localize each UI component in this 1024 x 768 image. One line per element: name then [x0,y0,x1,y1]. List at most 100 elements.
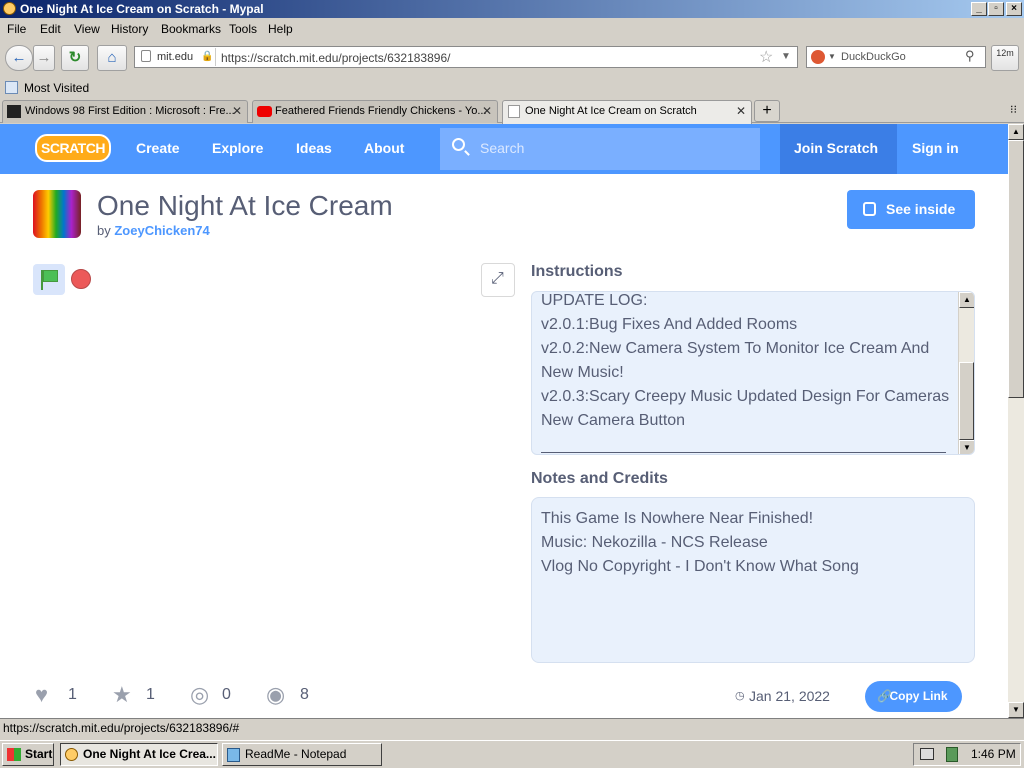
join-scratch-label: Join Scratch [794,140,879,156]
see-inside-icon [863,202,876,216]
youtube-icon [257,106,272,117]
green-flag-button[interactable] [33,264,65,295]
page-scrollbar[interactable]: ▲ ▼ [1008,124,1024,718]
most-visited-link[interactable]: Most Visited [24,81,89,95]
sign-in-link[interactable]: Sign in [912,140,959,156]
taskbar-item-notepad[interactable]: ReadMe - Notepad [222,743,382,766]
copy-link-label: Copy Link [889,689,948,703]
join-scratch-button[interactable]: Join Scratch [780,124,897,174]
menu-view[interactable]: View [74,22,100,36]
remix-count: 0 [222,686,231,703]
window-title: One Night At Ice Cream on Scratch - Mypa… [20,2,264,16]
tab-one-night-at-ice-cream[interactable]: One Night At Ice Cream on Scratch ✕ [502,100,752,124]
instructions-line: New Camera Button [541,412,686,429]
tab-close-icon[interactable]: ✕ [482,101,492,122]
tab-list-icon[interactable]: ⁝⁝ [1010,103,1017,116]
scratch-logo[interactable]: SCRATCH [35,134,111,162]
new-tab-button[interactable]: + [754,100,780,122]
taskbar-item-label: ReadMe - Notepad [245,747,347,761]
app-icon [3,2,16,15]
zoom-indicator[interactable]: 12m [991,45,1019,71]
instructions-line: UPDATE LOG: [541,292,648,309]
status-text: https://scratch.mit.edu/projects/6321838… [3,721,240,735]
menu-history[interactable]: History [111,22,148,36]
favorite-count: 1 [146,686,155,703]
fullscreen-icon: ⤢ [491,270,504,287]
bookmarks-bar: Most Visited [0,78,1024,98]
network-icon[interactable] [946,747,958,762]
engine-dropdown-icon[interactable]: ▼ [828,52,836,61]
tab-close-icon[interactable]: ✕ [736,101,746,122]
link-icon: 🔗 [877,689,892,703]
window-title-bar: One Night At Ice Cream on Scratch - Mypa… [0,0,1024,18]
scratch-search-input[interactable]: Search [440,128,760,170]
instructions-line: v2.0.1:Bug Fixes And Added Rooms [541,316,798,333]
bookmark-star-icon[interactable]: ☆ [759,47,773,67]
url-bar[interactable]: mit.edu 🔒 https://scratch.mit.edu/projec… [134,46,798,68]
start-button[interactable]: Start [2,743,54,766]
scroll-down-icon[interactable]: ▼ [959,440,974,454]
search-placeholder: Search [480,140,525,156]
taskbar-item-browser[interactable]: One Night At Ice Crea... [60,743,218,766]
browser-icon [65,748,78,761]
notes-heading: Notes and Credits [531,470,668,487]
page-icon [508,105,520,118]
view-count: 8 [300,686,309,703]
tab-close-icon[interactable]: ✕ [232,101,242,122]
scroll-thumb[interactable] [959,362,974,440]
minimize-button[interactable]: _ [971,2,987,16]
search-icon[interactable]: ⚲ [965,48,975,64]
instructions-box[interactable]: UPDATE LOG: v2.0.1:Bug Fixes And Added R… [531,291,975,455]
copy-link-button[interactable]: 🔗 Copy Link [865,681,962,712]
menu-file[interactable]: File [7,22,26,36]
forward-icon[interactable]: → [33,45,55,71]
reload-icon[interactable]: ↻ [61,45,89,71]
duckduckgo-icon [811,50,825,64]
scroll-up-icon[interactable]: ▲ [959,292,974,308]
menu-help[interactable]: Help [268,22,293,36]
love-icon[interactable]: ♥ [35,684,59,706]
author-link[interactable]: ZoeyChicken74 [114,223,209,238]
menu-bookmarks[interactable]: Bookmarks [161,22,221,36]
views-icon: ◉ [266,682,286,707]
stop-button[interactable] [71,269,91,289]
nav-about[interactable]: About [364,140,404,156]
clock[interactable]: 1:46 PM [971,744,1016,765]
see-inside-button[interactable]: See inside [847,190,975,229]
instructions-line: New Music! [541,364,624,381]
menu-tools[interactable]: Tools [229,22,257,36]
author-avatar[interactable] [33,190,81,238]
notes-box[interactable]: This Game Is Nowhere Near Finished! Musi… [531,497,975,663]
instructions-scrollbar[interactable]: ▲ ▼ [958,292,974,454]
home-icon[interactable]: ⌂ [97,45,127,71]
search-bar[interactable]: ▼ DuckDuckGo ⚲ [806,46,986,68]
scroll-down-icon[interactable]: ▼ [1008,702,1024,718]
close-button[interactable]: × [1006,2,1022,16]
menu-edit[interactable]: Edit [40,22,61,36]
favorite-icon[interactable]: ★ [112,684,136,706]
url-dropdown-icon[interactable]: ▼ [781,51,791,62]
url-text[interactable]: https://scratch.mit.edu/projects/6321838… [221,51,450,65]
system-tray: 1:46 PM [913,743,1021,766]
start-label: Start [25,747,53,761]
fullscreen-button[interactable]: ⤢ [481,263,515,297]
site-identity[interactable]: mit.edu [157,51,193,63]
search-engine-label: DuckDuckGo [841,51,906,63]
by-prefix: by [97,223,111,238]
tab-feathered-friends[interactable]: Feathered Friends Friendly Chickens - Yo… [252,100,498,123]
shared-date: Jan 21, 2022 [749,688,830,704]
notes-line: This Game Is Nowhere Near Finished! [541,510,814,527]
back-icon[interactable]: ← [5,45,33,71]
nav-ideas[interactable]: Ideas [296,140,332,156]
nav-create[interactable]: Create [136,140,180,156]
keyboard-icon[interactable] [920,748,934,760]
lock-icon: 🔒 [201,51,214,62]
nav-explore[interactable]: Explore [212,140,263,156]
scroll-thumb[interactable] [1008,140,1024,398]
maximize-button[interactable]: ▫ [988,2,1004,16]
scroll-up-icon[interactable]: ▲ [1008,124,1024,140]
notes-line: Music: Nekozilla - NCS Release [541,534,768,551]
project-title: One Night At Ice Cream [97,190,393,221]
menu-bar: File Edit View History Bookmarks Tools H… [0,19,1024,39]
tab-windows98[interactable]: Windows 98 First Edition : Microsoft : F… [2,100,248,123]
